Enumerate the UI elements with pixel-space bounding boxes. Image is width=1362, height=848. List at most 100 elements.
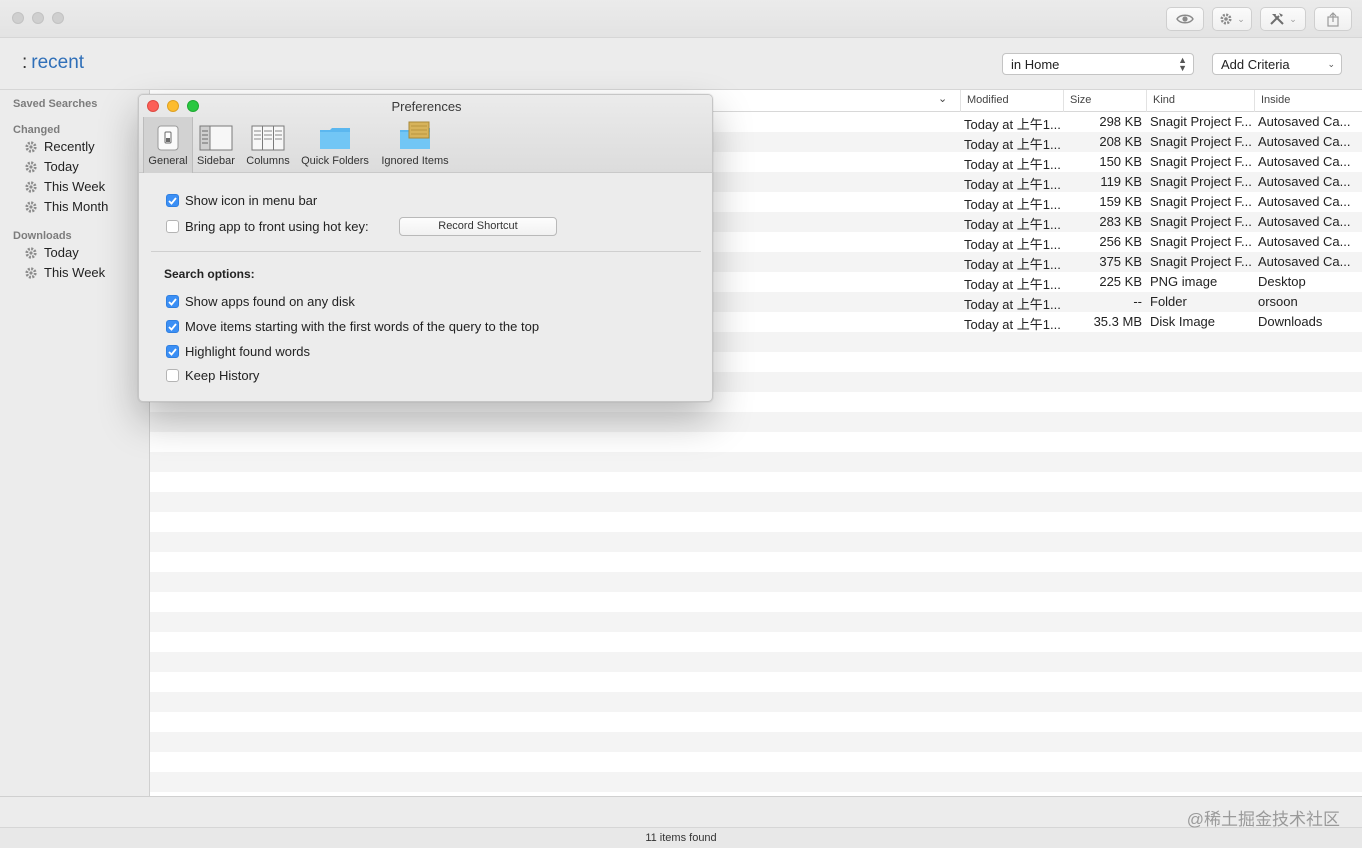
location-select-value: in Home bbox=[1011, 57, 1060, 72]
checkbox-unchecked[interactable] bbox=[166, 220, 179, 233]
chevron-down-icon[interactable]: ⌄ bbox=[938, 92, 947, 105]
cell-size: -- bbox=[1133, 294, 1142, 309]
eye-icon bbox=[1176, 13, 1194, 25]
downloads-header: Downloads bbox=[13, 230, 72, 242]
general-switch-icon bbox=[157, 117, 179, 151]
checkbox-checked[interactable] bbox=[166, 295, 179, 308]
highlight-found-words-checkbox[interactable]: Highlight found words bbox=[166, 344, 310, 359]
tab-columns[interactable]: Columns bbox=[243, 117, 293, 173]
location-select[interactable]: in Home ▲ ▼ bbox=[1002, 53, 1194, 75]
empty-row bbox=[150, 772, 1362, 792]
column-header-kind[interactable]: Kind bbox=[1146, 90, 1254, 112]
action-menu-button[interactable]: ⌄ bbox=[1212, 7, 1252, 31]
cell-size: 159 KB bbox=[1099, 194, 1142, 209]
cell-size: 375 KB bbox=[1099, 254, 1142, 269]
empty-row bbox=[150, 612, 1362, 632]
show-icon-menu-bar-checkbox[interactable]: Show icon in menu bar bbox=[166, 193, 317, 208]
query-prefix: : bbox=[22, 52, 28, 73]
tab-label: Columns bbox=[246, 155, 290, 167]
cell-inside: Autosaved Ca... bbox=[1258, 174, 1351, 189]
tab-sidebar[interactable]: Sidebar bbox=[193, 117, 239, 173]
tab-general[interactable]: General bbox=[143, 117, 193, 173]
checkbox-unchecked[interactable] bbox=[166, 369, 179, 382]
record-shortcut-button[interactable]: Record Shortcut bbox=[399, 217, 557, 236]
empty-row bbox=[150, 512, 1362, 532]
column-header-modified[interactable]: Modified bbox=[960, 90, 1063, 112]
chevron-down-icon: ⌄ bbox=[1327, 59, 1335, 69]
cell-inside: Downloads bbox=[1258, 314, 1323, 329]
cell-kind: Snagit Project F... bbox=[1150, 254, 1252, 269]
ignored-folder-icon bbox=[399, 117, 431, 151]
sidebar-item-today[interactable]: Today bbox=[24, 159, 79, 174]
checkbox-checked[interactable] bbox=[166, 345, 179, 358]
checkbox-label: Move items starting with the first words… bbox=[185, 319, 540, 334]
cell-size: 208 KB bbox=[1099, 134, 1142, 149]
keep-history-checkbox[interactable]: Keep History bbox=[166, 368, 259, 383]
add-criteria-select[interactable]: Add Criteria ⌄ bbox=[1212, 53, 1342, 75]
column-header-size[interactable]: Size bbox=[1063, 90, 1146, 112]
gear-icon bbox=[24, 160, 38, 174]
cell-inside: Autosaved Ca... bbox=[1258, 134, 1351, 149]
tools-menu-button[interactable]: ⌄ bbox=[1260, 7, 1306, 31]
move-items-top-checkbox[interactable]: Move items starting with the first words… bbox=[166, 319, 539, 334]
checkbox-label: Show apps found on any disk bbox=[185, 294, 355, 309]
cell-modified: Today at 上午1... bbox=[964, 137, 1060, 152]
cell-kind: PNG image bbox=[1150, 274, 1218, 289]
sidebar-item-label: Today bbox=[44, 245, 79, 260]
cell-size: 119 KB bbox=[1100, 174, 1142, 189]
quick-look-button[interactable] bbox=[1166, 7, 1204, 31]
sidebar-item-recently[interactable]: Recently bbox=[24, 139, 95, 154]
tab-label: General bbox=[148, 155, 188, 167]
zoom-button[interactable] bbox=[52, 12, 64, 24]
empty-row bbox=[150, 452, 1362, 472]
cell-modified: Today at 上午1... bbox=[964, 117, 1060, 132]
search-options-heading: Search options: bbox=[164, 267, 255, 281]
checkbox-checked[interactable] bbox=[166, 194, 179, 207]
sidebar-item-downloads-today[interactable]: Today bbox=[24, 245, 79, 260]
close-button[interactable] bbox=[12, 12, 24, 24]
empty-row bbox=[150, 632, 1362, 652]
empty-row bbox=[150, 712, 1362, 732]
tab-label: Ignored Items bbox=[381, 155, 449, 167]
show-apps-any-disk-checkbox[interactable]: Show apps found on any disk bbox=[166, 294, 355, 309]
empty-row bbox=[150, 432, 1362, 452]
preferences-general-pane: Show icon in menu bar Bring app to front… bbox=[139, 173, 712, 401]
columns-layout-icon bbox=[251, 117, 285, 151]
checkbox-label: Show icon in menu bar bbox=[185, 193, 318, 208]
cell-inside: Desktop bbox=[1258, 274, 1306, 289]
toolbar: ⌄ ⌄ bbox=[1166, 7, 1352, 31]
share-button[interactable] bbox=[1314, 7, 1352, 31]
search-query-field[interactable]: : recent bbox=[22, 52, 84, 74]
sidebar-item-this-week[interactable]: This Week bbox=[24, 179, 105, 194]
tools-icon bbox=[1269, 12, 1285, 26]
status-bar: 11 items found @稀土掘金技术社区 bbox=[0, 796, 1362, 848]
cell-modified: Today at 上午1... bbox=[964, 217, 1060, 232]
gear-icon bbox=[24, 200, 38, 214]
empty-row bbox=[150, 752, 1362, 772]
gear-icon bbox=[24, 140, 38, 154]
bring-to-front-checkbox[interactable]: Bring app to front using hot key: bbox=[166, 219, 369, 234]
cell-modified: Today at 上午1... bbox=[964, 297, 1060, 312]
sidebar-item-this-month[interactable]: This Month bbox=[24, 199, 108, 214]
tab-ignored-items[interactable]: Ignored Items bbox=[377, 117, 453, 173]
changed-header: Changed bbox=[13, 124, 61, 136]
checkbox-label: Bring app to front using hot key: bbox=[185, 219, 369, 234]
checkbox-checked[interactable] bbox=[166, 320, 179, 333]
cell-modified: Today at 上午1... bbox=[964, 197, 1060, 212]
preferences-title: Preferences bbox=[391, 99, 462, 114]
minimize-button[interactable] bbox=[32, 12, 44, 24]
empty-row bbox=[150, 492, 1362, 512]
tab-quick-folders[interactable]: Quick Folders bbox=[297, 117, 373, 173]
cell-modified: Today at 上午1... bbox=[964, 237, 1060, 252]
sidebar-item-downloads-this-week[interactable]: This Week bbox=[24, 265, 105, 280]
empty-row bbox=[150, 532, 1362, 552]
cell-inside: Autosaved Ca... bbox=[1258, 154, 1351, 169]
sidebar-item-label: This Week bbox=[44, 179, 106, 194]
cell-modified: Today at 上午1... bbox=[964, 157, 1060, 172]
column-header-inside[interactable]: Inside bbox=[1254, 90, 1362, 112]
empty-row bbox=[150, 692, 1362, 712]
cell-size: 283 KB bbox=[1099, 214, 1142, 229]
empty-row bbox=[150, 552, 1362, 572]
sidebar-item-label: This Month bbox=[44, 199, 109, 214]
cell-modified: Today at 上午1... bbox=[964, 257, 1060, 272]
